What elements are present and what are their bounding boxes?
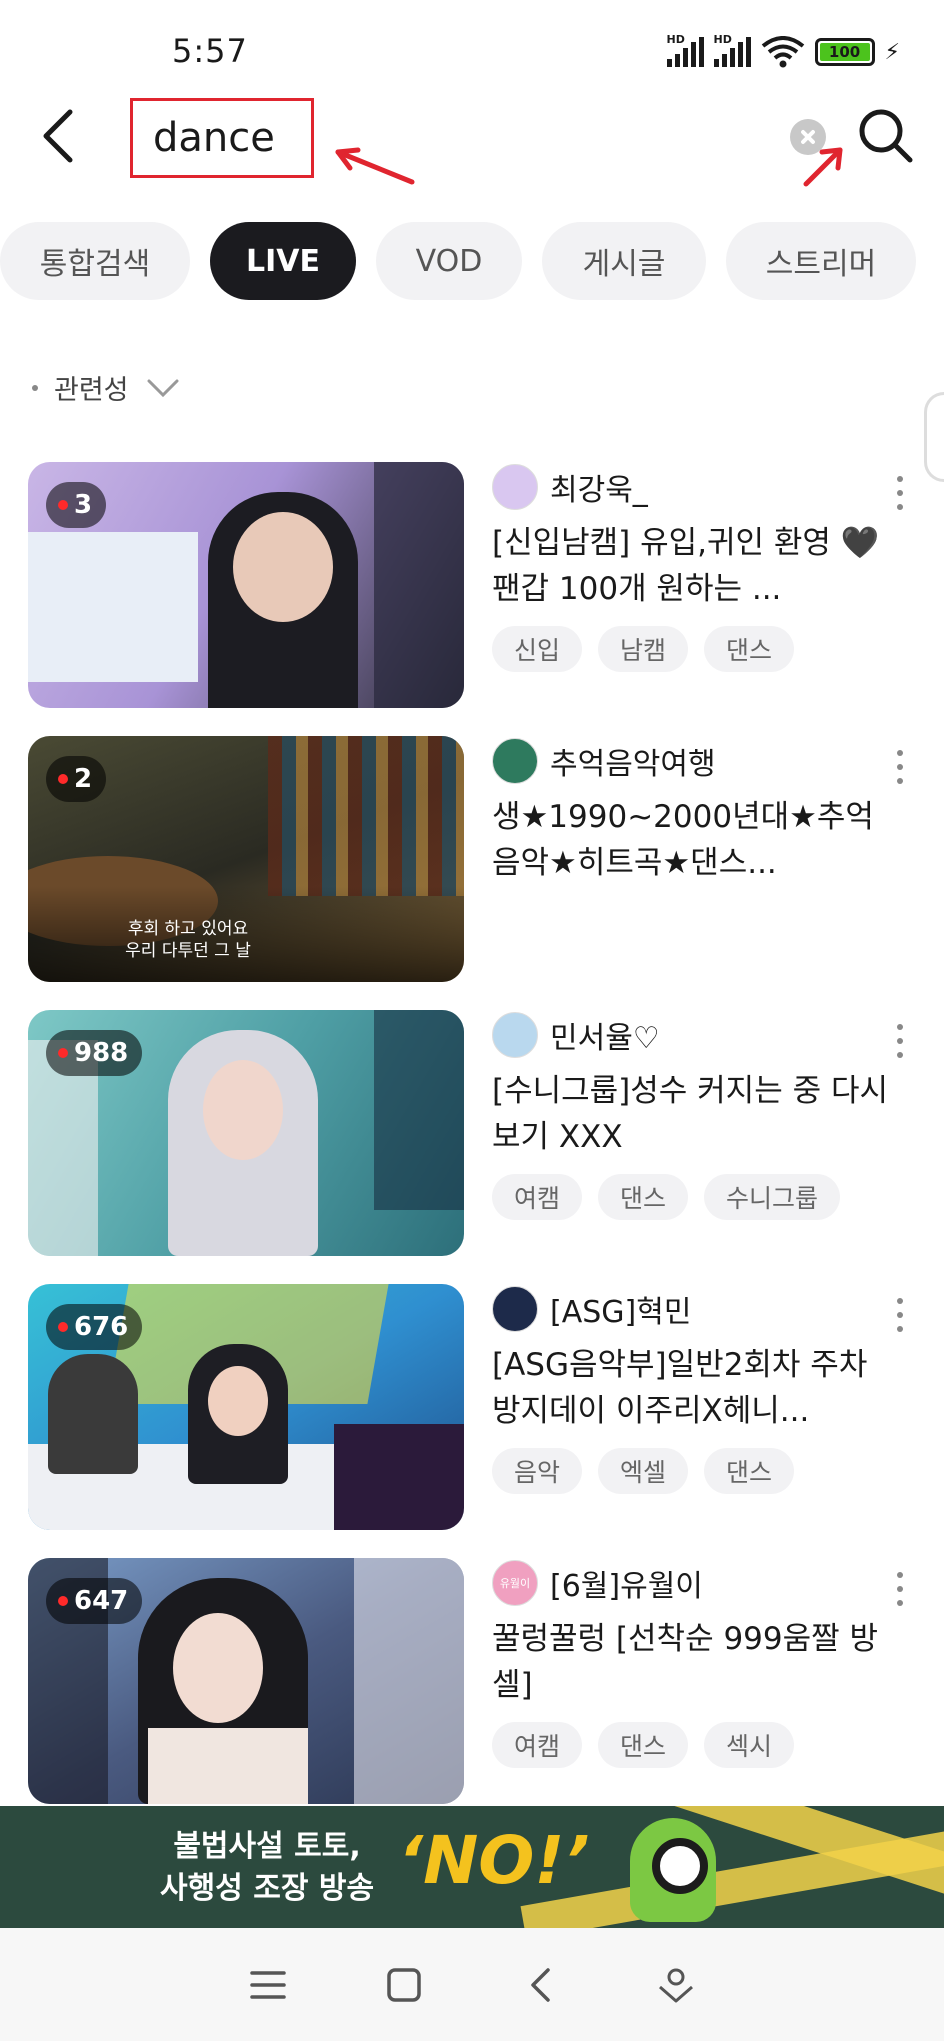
annotation-arrow-icon-2	[803, 147, 843, 187]
tag[interactable]: 댄스	[704, 626, 795, 672]
tag[interactable]: 여캠	[492, 1174, 583, 1220]
avatar	[492, 1012, 538, 1058]
signal-icon: HD	[666, 33, 704, 67]
tab-vod[interactable]: VOD	[376, 222, 522, 300]
stream-thumbnail[interactable]: 후회 하고 있어요 우리 다투던 그 날 2	[28, 736, 464, 982]
stream-thumbnail[interactable]: 988	[28, 1010, 464, 1256]
stream-title[interactable]: 꿀렁꿀렁 [선착순 999움짤 방셀]	[492, 1616, 892, 1708]
home-icon[interactable]	[379, 1960, 429, 2010]
tag[interactable]: 음악	[492, 1448, 583, 1494]
more-options-icon[interactable]	[896, 1572, 904, 1606]
banner-emphasis: ‘NO!’	[398, 1822, 590, 1899]
viewer-count-badge: 3	[46, 482, 107, 528]
charging-icon: ⚡	[884, 39, 900, 65]
tag-list: 여캠 댄스 수니그룹	[492, 1174, 841, 1220]
more-options-icon[interactable]	[896, 1024, 904, 1058]
menu-icon[interactable]	[243, 1960, 293, 2010]
battery-icon: 100	[814, 38, 875, 66]
system-nav-bar	[0, 1928, 944, 2041]
avatar: 유월이	[492, 1560, 538, 1606]
channel-row[interactable]: 민서율♡	[492, 1010, 660, 1060]
channel-name: 추억음악여행	[550, 747, 716, 782]
list-item[interactable]: 후회 하고 있어요 우리 다투던 그 날 2 추억음악여행 생★1990~200…	[0, 736, 944, 986]
status-icons: HD HD 100 ⚡	[666, 33, 900, 68]
tag-list: 여캠 댄스 섹시	[492, 1722, 795, 1768]
list-item[interactable]: 647 유월이 [6월]유월이 꿀렁꿀렁 [선착순 999움짤 방셀] 여캠 댄…	[0, 1558, 944, 1808]
viewer-count-badge: 988	[46, 1030, 143, 1076]
more-options-icon[interactable]	[896, 1298, 904, 1332]
stream-title[interactable]: 생★1990~2000년대★추억음악★히트곡★댄스...	[492, 794, 892, 886]
channel-row[interactable]: 유월이 [6월]유월이	[492, 1558, 703, 1608]
back-icon[interactable]	[34, 106, 84, 166]
tag[interactable]: 엑셀	[598, 1448, 689, 1494]
stream-thumbnail[interactable]: 647	[28, 1558, 464, 1804]
tag[interactable]: 댄스	[598, 1174, 689, 1220]
channel-name: 민서율♡	[550, 1021, 660, 1056]
tag-list: 음악 엑셀 댄스	[492, 1448, 795, 1494]
ad-banner[interactable]: 불법사설 토토, 사행성 조장 방송 ‘NO!’	[0, 1806, 944, 1928]
more-options-icon[interactable]	[896, 750, 904, 784]
tab-live[interactable]: LIVE	[210, 222, 356, 300]
tag[interactable]: 섹시	[704, 1722, 795, 1768]
tag[interactable]: 여캠	[492, 1722, 583, 1768]
tag[interactable]: 수니그룹	[704, 1174, 841, 1220]
avatar	[492, 1286, 538, 1332]
sort-dropdown[interactable]: 관련성	[32, 368, 181, 407]
wifi-icon	[761, 36, 804, 68]
tag[interactable]: 남캠	[598, 626, 689, 672]
list-item[interactable]: 988 민서율♡ [수니그룹]성수 커지는 중 다시보기 XXX 여캠 댄스 수…	[0, 1010, 944, 1260]
tag[interactable]: 댄스	[598, 1722, 689, 1768]
viewer-count-badge: 647	[46, 1578, 143, 1624]
stream-title[interactable]: [수니그룹]성수 커지는 중 다시보기 XXX	[492, 1068, 892, 1160]
chevron-down-icon	[147, 379, 179, 397]
list-item[interactable]: 676 [ASG]혁민 [ASG음악부]일반2회차 주차방지데이 이주리X헤니.…	[0, 1284, 944, 1534]
status-bar: 5:57 HD HD 100 ⚡	[0, 0, 944, 100]
channel-row[interactable]: [ASG]혁민	[492, 1284, 691, 1334]
stream-title[interactable]: [ASG음악부]일반2회차 주차방지데이 이주리X헤니...	[492, 1342, 892, 1434]
viewer-count-badge: 2	[46, 756, 107, 802]
viewer-count-badge: 676	[46, 1304, 143, 1350]
tab-posts[interactable]: 게시글	[542, 222, 706, 300]
channel-name: [6월]유월이	[550, 1569, 703, 1604]
mascot-icon	[630, 1818, 716, 1922]
stream-thumbnail[interactable]: 3	[28, 462, 464, 708]
avatar	[492, 738, 538, 784]
tag[interactable]: 댄스	[704, 1448, 795, 1494]
search-tabs: 통합검색 LIVE VOD 게시글 스트리머	[0, 222, 916, 300]
list-item[interactable]: 3 최강욱_ [신입남캠] 유입,귀인 환영 🖤 팬갑 100개 원하는 ...…	[0, 462, 944, 712]
signal-icon-2: HD	[713, 33, 751, 67]
thumbnail-caption: 후회 하고 있어요 우리 다투던 그 날	[125, 919, 251, 961]
channel-row[interactable]: 최강욱_	[492, 462, 648, 512]
search-icon[interactable]	[856, 106, 916, 166]
assistant-icon[interactable]	[651, 1960, 701, 2010]
bullet-icon	[32, 384, 38, 391]
more-options-icon[interactable]	[896, 476, 904, 510]
channel-name: [ASG]혁민	[550, 1295, 692, 1330]
nav-back-icon[interactable]	[515, 1960, 565, 2010]
search-input[interactable]: dance	[130, 98, 314, 178]
stream-title[interactable]: [신입남캠] 유입,귀인 환영 🖤 팬갑 100개 원하는 ...	[492, 520, 892, 612]
tag-list: 신입 남캠 댄스	[492, 626, 795, 672]
sort-label: 관련성	[54, 375, 129, 406]
stream-thumbnail[interactable]: 676	[28, 1284, 464, 1530]
tab-streamer[interactable]: 스트리머	[726, 222, 916, 300]
channel-row[interactable]: 추억음악여행	[492, 736, 716, 786]
annotation-arrow-icon	[335, 147, 415, 185]
banner-text: 불법사설 토토, 사행성 조장 방송	[160, 1829, 375, 1906]
avatar	[492, 464, 538, 510]
status-time: 5:57	[172, 32, 248, 70]
tag[interactable]: 신입	[492, 626, 583, 672]
channel-name: 최강욱_	[550, 473, 648, 508]
tab-integrated-search[interactable]: 통합검색	[0, 222, 190, 300]
